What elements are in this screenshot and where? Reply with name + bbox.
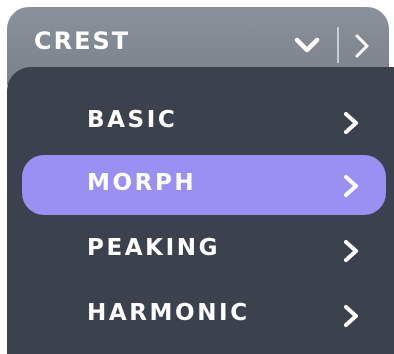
chevron-right-icon — [344, 112, 358, 134]
dropdown-menu: BASIC MORPH PEAKING HARMONIC — [7, 67, 394, 354]
menu-item-peaking[interactable]: PEAKING — [22, 220, 386, 280]
menu-item-label: MORPH — [87, 170, 197, 196]
chevron-down-icon[interactable] — [292, 34, 322, 56]
menu-item-label: HARMONIC — [87, 300, 250, 326]
menu-item-basic[interactable]: BASIC — [22, 92, 386, 152]
chevron-right-icon — [344, 305, 358, 327]
dropdown-selected-label: CREST — [34, 27, 131, 55]
menu-item-morph[interactable]: MORPH — [22, 155, 386, 215]
chevron-right-icon — [344, 175, 358, 197]
chevron-right-icon[interactable] — [351, 31, 373, 61]
menu-item-label: PEAKING — [87, 235, 221, 261]
chevron-right-icon — [344, 240, 358, 262]
header-divider — [337, 27, 339, 63]
menu-item-harmonic[interactable]: HARMONIC — [22, 285, 386, 345]
menu-item-label: BASIC — [87, 107, 178, 133]
waveform-selector: CREST BASIC MORPH PEAKING HARMONIC — [7, 7, 394, 354]
